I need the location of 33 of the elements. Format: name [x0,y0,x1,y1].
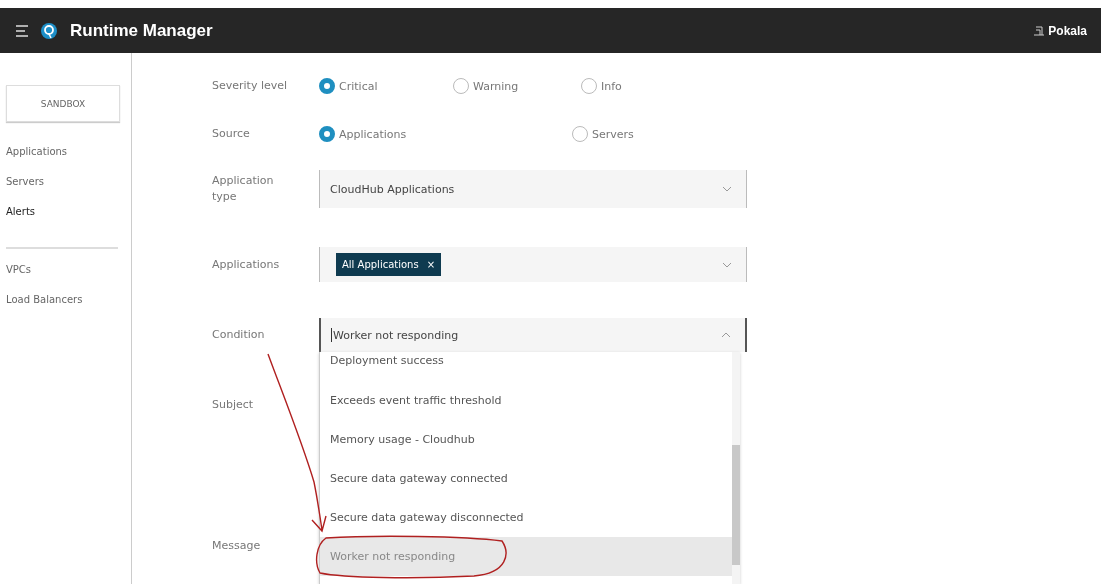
chevron-down-icon[interactable] [722,261,732,268]
user-icon [1034,25,1045,36]
app-title: Runtime Manager [70,20,213,41]
field-label: Applications [212,256,281,273]
sidebar-item[interactable]: VPCs [6,255,118,285]
environment-button[interactable]: SANDBOX [6,85,120,122]
tag-label: All Applications [342,259,419,270]
sidebar-item[interactable]: Alerts [6,197,118,227]
sidebar-item[interactable]: Load Balancers [6,285,118,315]
field-label: Condition [212,327,266,343]
dropdown-option[interactable]: Deployment success [320,352,732,381]
field-label: Subject [212,397,255,413]
application-type-select[interactable]: CloudHub Applications [319,170,747,208]
field-label: Source [212,126,251,142]
chevron-down-icon[interactable] [722,186,732,192]
sidebar-item[interactable]: Applications [6,137,118,167]
radio-option[interactable]: Warning [453,78,581,94]
sidebar-item[interactable]: Servers [6,167,118,197]
field-label: Application type [212,173,275,205]
menu-icon[interactable] [16,24,28,37]
radio-option[interactable]: Applications [319,126,572,142]
scrollbar[interactable] [732,352,740,584]
field-label: Message [212,538,262,554]
radio-option[interactable]: Servers [572,126,692,142]
radio-option[interactable]: Critical [319,78,453,94]
field-label: Severity level [212,78,289,94]
condition-select[interactable]: Worker not responding [319,318,747,352]
radio-option[interactable]: Info [581,78,709,94]
logo-icon[interactable] [40,21,58,40]
chevron-up-icon[interactable] [721,332,731,338]
applications-select[interactable]: All Applications × [319,247,747,282]
tag-remove[interactable]: × [426,259,436,270]
user-menu[interactable]: Pokala [1034,23,1087,38]
